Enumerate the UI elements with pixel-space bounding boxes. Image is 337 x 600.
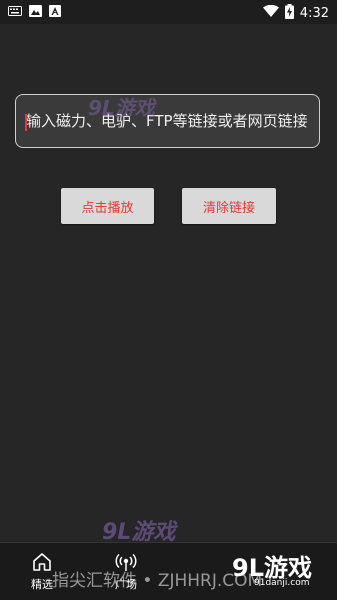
app-screen: 4:32 9L游戏 点击播放 清除链接 9L游戏 精选 bbox=[0, 0, 337, 600]
nav-label-featured: 精选 bbox=[31, 578, 53, 591]
wifi-icon bbox=[262, 4, 279, 22]
image-icon bbox=[28, 5, 42, 17]
status-system-icons: 4:32 bbox=[262, 4, 329, 23]
text-icon bbox=[48, 5, 62, 17]
nav-label-square: 广场 bbox=[115, 578, 137, 591]
keyboard-icon bbox=[8, 5, 22, 17]
text-cursor bbox=[25, 114, 27, 131]
status-notification-icons bbox=[8, 5, 62, 17]
nav-item-featured[interactable]: 精选 bbox=[12, 551, 72, 592]
play-button[interactable]: 点击播放 bbox=[61, 188, 154, 224]
home-icon bbox=[31, 551, 53, 573]
nav-item-square[interactable]: 广场 bbox=[96, 551, 156, 592]
status-bar: 4:32 bbox=[0, 0, 337, 24]
battery-charging-icon bbox=[284, 4, 294, 23]
broadcast-icon bbox=[115, 551, 137, 573]
bottom-navigation: 精选 广场 bbox=[0, 542, 337, 600]
status-time: 4:32 bbox=[299, 6, 329, 21]
link-input[interactable] bbox=[15, 94, 320, 148]
clear-link-button[interactable]: 清除链接 bbox=[182, 188, 276, 224]
